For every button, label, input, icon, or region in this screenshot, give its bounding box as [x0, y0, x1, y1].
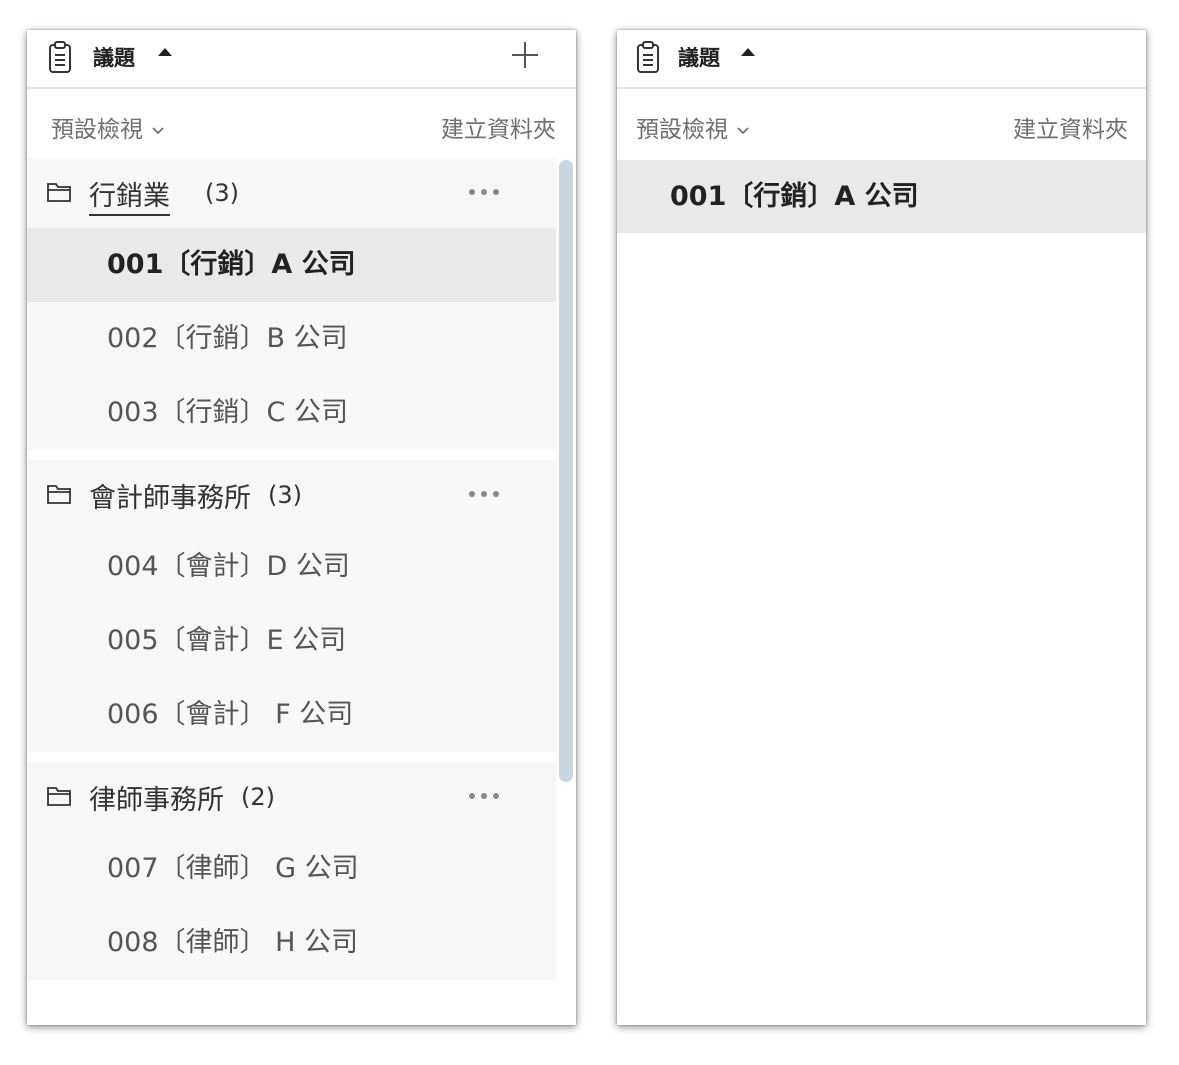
more-horizontal-icon[interactable] — [468, 490, 500, 498]
folder-icon — [47, 787, 71, 806]
panel-title[interactable]: 議題 — [678, 42, 720, 72]
folder-name[interactable]: 會計師事務所 — [89, 476, 251, 515]
list-item[interactable]: 006〔會計〕 F 公司 — [27, 678, 556, 752]
folder-header[interactable]: 行銷業 (3) — [27, 158, 556, 228]
folder-header[interactable]: 律師事務所 (2) — [27, 762, 556, 832]
chevron-down-icon — [737, 126, 749, 134]
list-item[interactable]: 001〔行銷〕A 公司 — [617, 160, 1146, 233]
folder-count: (3) — [268, 481, 302, 509]
chevron-down-icon — [152, 126, 164, 134]
list-item[interactable]: 002〔行銷〕B 公司 — [27, 302, 556, 376]
view-toolbar: 預設檢視 建立資料夾 — [27, 91, 576, 157]
folder-count: (3) — [205, 179, 239, 207]
panel-header: 議題 — [27, 30, 576, 89]
folder-group: 律師事務所 (2) 007〔律師〕 G 公司 008〔律師〕 H 公司 — [27, 762, 556, 980]
panel-title[interactable]: 議題 — [93, 42, 135, 72]
clipboard-icon — [49, 41, 71, 73]
folder-group: 會計師事務所 (3) 004〔會計〕D 公司 005〔會計〕E 公司 006〔會… — [27, 460, 556, 752]
panel-header: 議題 — [617, 30, 1146, 89]
issues-panel-right: 議題 預設檢視 建立資料夾 001〔行銷〕A 公司 — [617, 30, 1146, 1025]
item-list: 001〔行銷〕A 公司 — [617, 160, 1146, 1025]
list-item[interactable]: 004〔會計〕D 公司 — [27, 530, 556, 604]
view-toolbar: 預設檢視 建立資料夾 — [617, 91, 1146, 157]
list-item[interactable]: 005〔會計〕E 公司 — [27, 604, 556, 678]
view-dropdown[interactable]: 預設檢視 — [636, 110, 750, 144]
create-folder-button[interactable]: 建立資料夾 — [1013, 110, 1128, 144]
folder-name[interactable]: 律師事務所 — [89, 778, 224, 817]
more-horizontal-icon[interactable] — [468, 188, 500, 196]
folder-icon — [47, 485, 71, 504]
create-folder-button[interactable]: 建立資料夾 — [441, 110, 556, 144]
scrollbar-thumb[interactable] — [559, 160, 573, 782]
more-horizontal-icon[interactable] — [468, 792, 500, 800]
list-item[interactable]: 008〔律師〕 H 公司 — [27, 906, 556, 980]
view-dropdown-label: 預設檢視 — [51, 117, 143, 143]
folder-name[interactable]: 行銷業 — [89, 174, 170, 216]
folder-group: 行銷業 (3) 001〔行銷〕A 公司 002〔行銷〕B 公司 003〔行銷〕C… — [27, 158, 556, 450]
list-item[interactable]: 001〔行銷〕A 公司 — [27, 228, 556, 302]
view-dropdown[interactable]: 預設檢視 — [51, 110, 165, 144]
caret-up-icon[interactable] — [741, 48, 755, 56]
folder-icon — [47, 183, 71, 202]
issues-panel-left: 議題 預設檢視 建立資料夾 行銷業 (3) 001〔行銷〕A 公司 002〔行銷… — [27, 30, 576, 1025]
folder-list: 行銷業 (3) 001〔行銷〕A 公司 002〔行銷〕B 公司 003〔行銷〕C… — [27, 158, 556, 1025]
caret-up-icon[interactable] — [158, 48, 172, 56]
folder-count: (2) — [241, 783, 275, 811]
clipboard-icon — [637, 41, 659, 73]
view-dropdown-label: 預設檢視 — [636, 117, 728, 143]
folder-header[interactable]: 會計師事務所 (3) — [27, 460, 556, 530]
list-item[interactable]: 007〔律師〕 G 公司 — [27, 832, 556, 906]
plus-icon[interactable] — [510, 40, 540, 70]
list-item[interactable]: 003〔行銷〕C 公司 — [27, 376, 556, 450]
